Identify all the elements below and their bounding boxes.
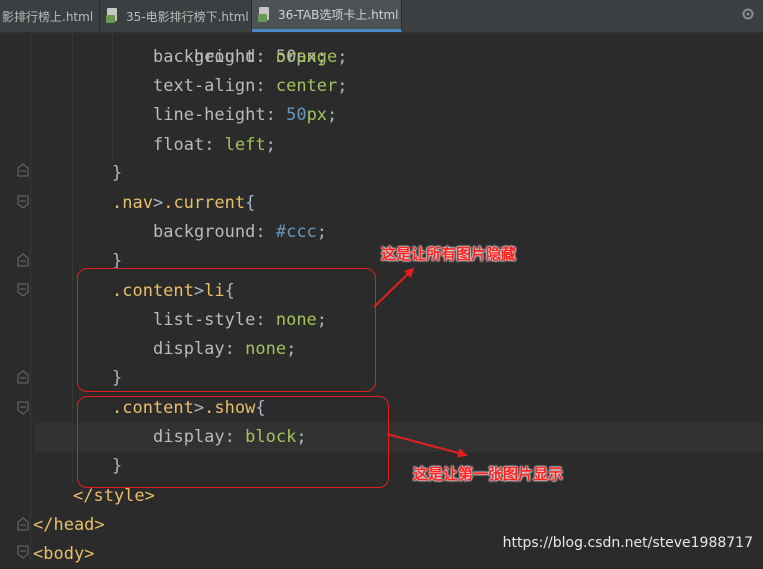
watermark-url: https://blog.csdn.net/steve1988717 [502, 535, 753, 551]
annotation-note-hide-all: 这是让所有图片隐藏 [381, 245, 517, 263]
arrow-to-note-show-first [386, 433, 468, 458]
annotation-arrows [373, 267, 468, 458]
arrow-to-note-hide-all [373, 267, 415, 308]
annotation-note-show-first: 这是让第一张图片显示 [413, 465, 564, 483]
